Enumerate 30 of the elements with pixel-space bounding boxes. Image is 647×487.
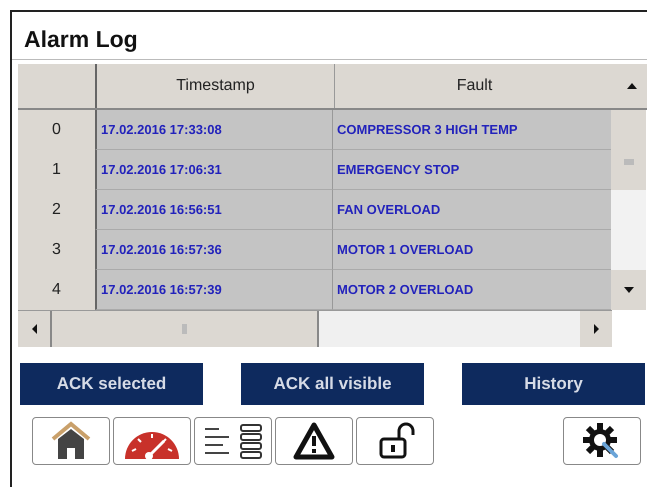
horizontal-scrollbar[interactable] <box>18 310 612 347</box>
timestamp-cell: 17.02.2016 16:57:36 <box>95 230 332 270</box>
vertical-scrollbar[interactable] <box>611 110 646 310</box>
row-number: 1 <box>18 150 95 190</box>
row-number: 2 <box>18 190 95 230</box>
timestamp-cell: 17.02.2016 16:56:51 <box>95 190 332 230</box>
list-button[interactable] <box>194 417 272 465</box>
fault-cell: EMERGENCY STOP <box>332 150 611 190</box>
alarm-button[interactable] <box>275 417 353 465</box>
fault-cell: MOTOR 1 OVERLOAD <box>332 230 611 270</box>
window-title: Alarm Log <box>12 12 647 60</box>
action-button[interactable]: History <box>462 363 645 405</box>
warning-icon <box>292 421 336 461</box>
column-header: Timestamp <box>95 64 334 108</box>
timestamp-cell: 17.02.2016 17:06:31 <box>95 150 332 190</box>
timestamp-cell: 17.02.2016 17:33:08 <box>95 110 332 150</box>
row-number: 0 <box>18 110 95 150</box>
action-button[interactable]: ACK selected <box>20 363 203 405</box>
fault-cell: COMPRESSOR 3 HIGH TEMP <box>332 110 611 150</box>
settings-button[interactable] <box>563 417 641 465</box>
row-number: 3 <box>18 230 95 270</box>
home-icon <box>49 421 93 461</box>
action-button[interactable]: ACK all visible <box>241 363 424 405</box>
dashboard-button[interactable] <box>113 417 191 465</box>
fault-cell: FAN OVERLOAD <box>332 190 611 230</box>
lock-button[interactable] <box>356 417 434 465</box>
home-button[interactable] <box>32 417 110 465</box>
fault-cell: MOTOR 2 OVERLOAD <box>332 270 611 310</box>
row-number: 4 <box>18 270 95 310</box>
timestamp-cell: 17.02.2016 16:57:39 <box>95 270 332 310</box>
